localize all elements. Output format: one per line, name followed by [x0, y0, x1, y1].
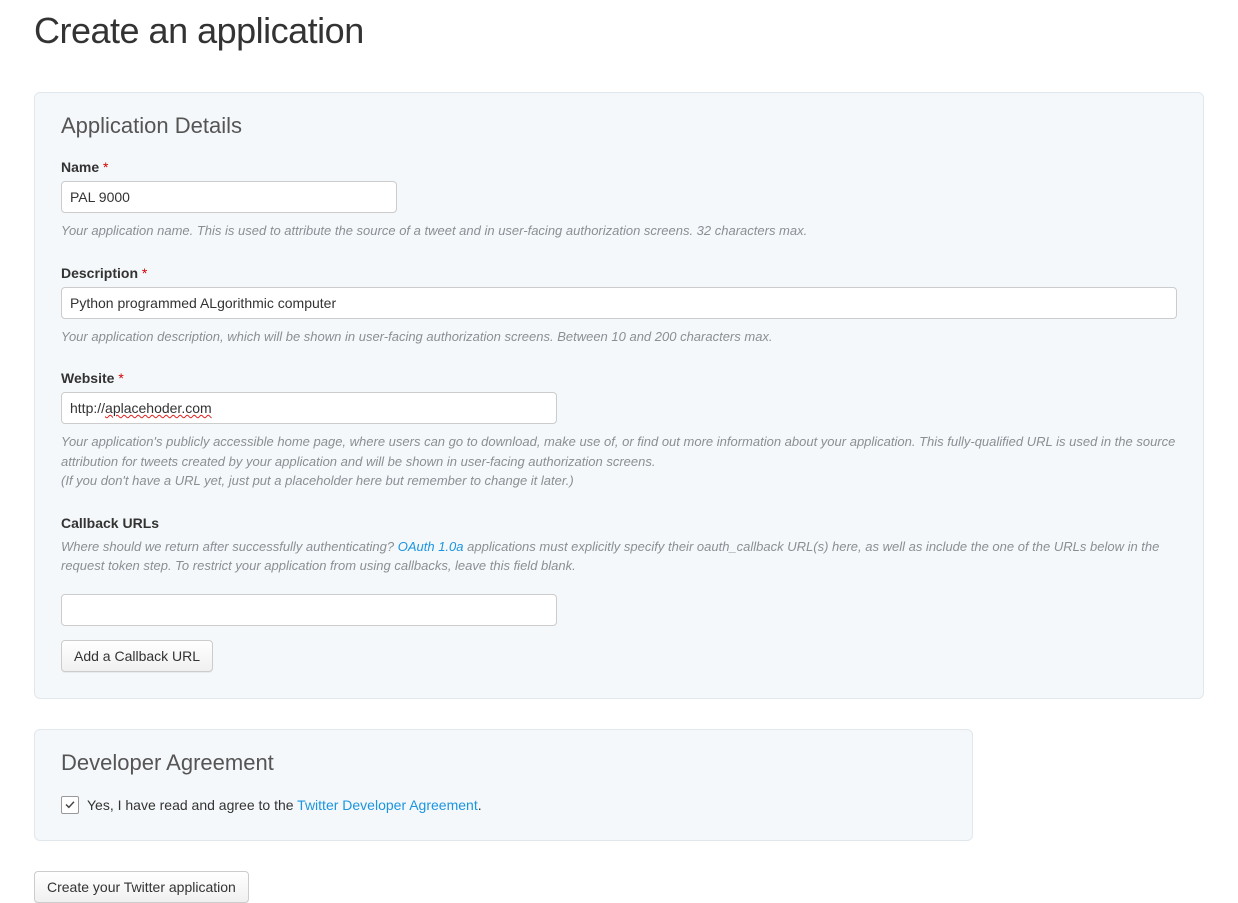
page-title: Create an application: [34, 10, 1204, 52]
agreement-text: Yes, I have read and agree to the Twitte…: [87, 797, 482, 813]
oauth-link[interactable]: OAuth 1.0a: [398, 539, 464, 554]
website-help-line1: Your application's publicly accessible h…: [61, 432, 1177, 471]
required-star-icon: *: [103, 159, 108, 175]
name-field: Name * Your application name. This is us…: [61, 159, 1177, 241]
twitter-developer-agreement-link[interactable]: Twitter Developer Agreement: [297, 797, 478, 813]
website-input-prefix: http://: [70, 400, 105, 416]
description-input[interactable]: [61, 287, 1177, 319]
agreement-checkbox[interactable]: [61, 796, 79, 814]
description-label-text: Description: [61, 265, 138, 281]
callback-url-input[interactable]: [61, 594, 557, 626]
website-help-text: Your application's publicly accessible h…: [61, 432, 1177, 491]
website-label: Website *: [61, 370, 1177, 386]
agreement-row: Yes, I have read and agree to the Twitte…: [61, 796, 946, 814]
developer-agreement-panel: Developer Agreement Yes, I have read and…: [34, 729, 973, 841]
name-help-text: Your application name. This is used to a…: [61, 221, 1177, 241]
callback-input-row: [61, 594, 1177, 626]
add-callback-url-button[interactable]: Add a Callback URL: [61, 640, 213, 672]
developer-agreement-heading: Developer Agreement: [61, 750, 946, 776]
callback-help-text: Where should we return after successfull…: [61, 537, 1177, 576]
agreement-text-post: .: [478, 797, 482, 813]
required-star-icon: *: [118, 370, 123, 386]
application-details-panel: Application Details Name * Your applicat…: [34, 92, 1204, 699]
description-label: Description *: [61, 265, 1177, 281]
description-help-text: Your application description, which will…: [61, 327, 1177, 347]
name-label: Name *: [61, 159, 1177, 175]
application-details-heading: Application Details: [61, 113, 1177, 139]
name-label-text: Name: [61, 159, 99, 175]
callback-label: Callback URLs: [61, 515, 1177, 531]
agreement-text-pre: Yes, I have read and agree to the: [87, 797, 297, 813]
website-field: Website * http://aplacehoder.com Your ap…: [61, 370, 1177, 491]
create-application-button[interactable]: Create your Twitter application: [34, 871, 249, 903]
submit-row: Create your Twitter application: [34, 871, 1204, 903]
callback-field: Callback URLs Where should we return aft…: [61, 515, 1177, 672]
website-help-line2: (If you don't have a URL yet, just put a…: [61, 471, 1177, 491]
callback-help-pre: Where should we return after successfull…: [61, 539, 398, 554]
website-label-text: Website: [61, 370, 114, 386]
website-input[interactable]: http://aplacehoder.com: [61, 392, 557, 424]
website-input-misspelled: aplacehoder.com: [105, 400, 212, 416]
name-input[interactable]: [61, 181, 397, 213]
check-icon: [64, 799, 76, 811]
description-field: Description * Your application descripti…: [61, 265, 1177, 347]
required-star-icon: *: [142, 265, 147, 281]
